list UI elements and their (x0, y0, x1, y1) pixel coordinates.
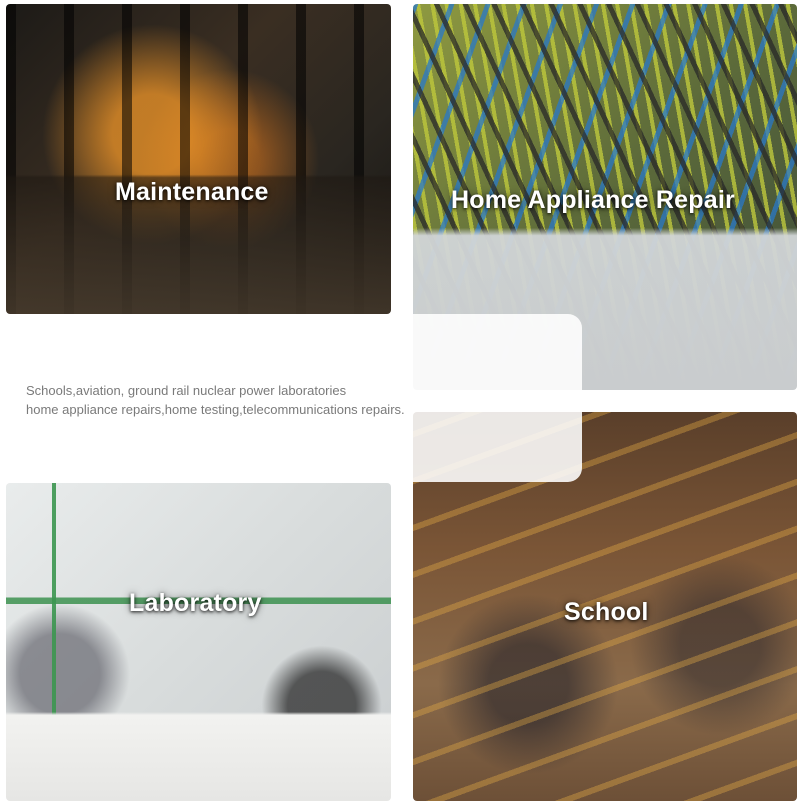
maintenance-tile: Maintenance (6, 4, 391, 314)
info-text: Schools,aviation, ground rail nuclear po… (26, 381, 586, 419)
laboratory-label: Laboratory (129, 589, 262, 617)
info-line-2: home appliance repairs,home testing,tele… (26, 402, 405, 417)
info-line-1: Schools,aviation, ground rail nuclear po… (26, 383, 347, 398)
maintenance-label: Maintenance (115, 178, 269, 206)
laboratory-tile: Laboratory (6, 483, 391, 801)
school-label: School (564, 598, 649, 626)
home-appliance-repair-label: Home Appliance Repair (451, 186, 735, 214)
